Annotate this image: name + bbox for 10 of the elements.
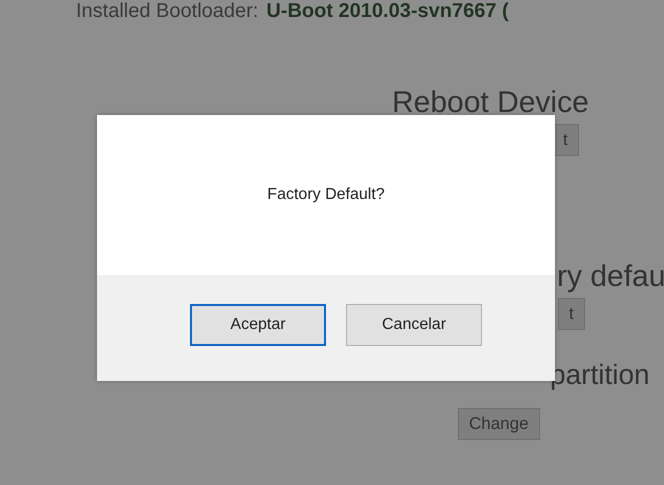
section-heading: partition [550,358,650,392]
dialog-message: Factory Default? [267,186,385,204]
dialog-button[interactable]: Cancelar [346,304,482,346]
section-button[interactable]: Change [458,408,540,440]
section-button[interactable]: t [558,298,585,330]
section-heading: Reboot Device [392,86,589,120]
dialog-button[interactable]: Aceptar [190,304,326,346]
bootloader-label: Installed Bootloader: [76,0,258,22]
section-heading: ry defau [557,260,664,294]
bootloader-version: U-Boot 2010.03-svn7667 ( [266,0,509,22]
